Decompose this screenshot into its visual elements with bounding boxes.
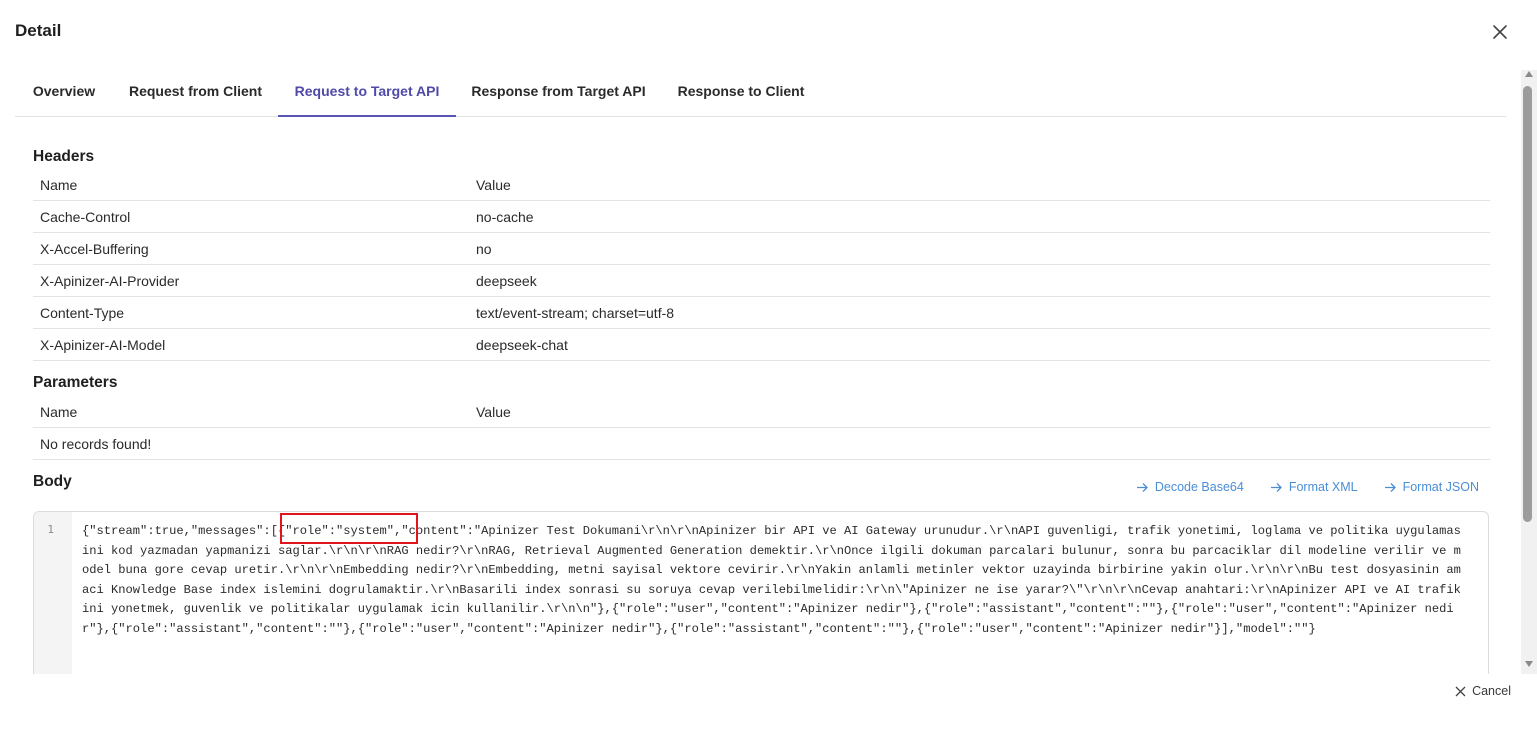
table-header-row: Name Value — [33, 396, 1490, 428]
column-header-value: Value — [476, 177, 511, 193]
body-code-text[interactable]: {"stream":true,"messages":[{"role":"syst… — [82, 522, 1467, 639]
arrow-right-icon — [1136, 482, 1148, 492]
table-header-row: Name Value — [33, 169, 1490, 201]
close-icon[interactable] — [1490, 22, 1510, 42]
table-row: Content-Type text/event-stream; charset=… — [33, 297, 1490, 329]
tab-overview[interactable]: Overview — [15, 68, 113, 117]
column-header-value: Value — [476, 404, 511, 420]
close-icon — [1455, 686, 1466, 696]
line-number: 1 — [47, 523, 54, 536]
format-xml-button[interactable]: Format XML — [1270, 480, 1358, 494]
dialog-title: Detail — [15, 21, 62, 40]
parameters-title: Parameters — [33, 374, 118, 391]
tab-content: Headers Name Value Cache-Control no-cach… — [0, 118, 1521, 674]
arrow-right-icon — [1384, 482, 1396, 492]
header-name: X-Apinizer-AI-Model — [40, 337, 166, 353]
header-name: X-Apinizer-AI-Provider — [40, 273, 180, 289]
tab-request-from-client[interactable]: Request from Client — [113, 68, 278, 117]
format-json-button[interactable]: Format JSON — [1384, 480, 1479, 494]
table-row: Cache-Control no-cache — [33, 201, 1490, 233]
body-code-editor[interactable]: 1 {"stream":true,"messages":[{"role":"sy… — [33, 511, 1489, 674]
empty-text: No records found! — [40, 436, 152, 452]
arrow-right-icon — [1270, 482, 1282, 492]
parameters-table: Name Value No records found! — [33, 396, 1490, 460]
scroll-down-arrow-icon[interactable] — [1525, 661, 1533, 667]
tab-response-from-target-api[interactable]: Response from Target API — [456, 68, 661, 117]
headers-title: Headers — [33, 148, 95, 165]
format-xml-label: Format XML — [1288, 480, 1358, 494]
table-row: X-Accel-Buffering no — [33, 233, 1490, 265]
detail-dialog: Detail Overview Request from Client Requ… — [0, 0, 1537, 730]
header-name: Cache-Control — [40, 209, 131, 225]
scrollbar-thumb[interactable] — [1523, 86, 1532, 522]
cancel-button[interactable]: Cancel — [1455, 684, 1511, 698]
line-gutter: 1 — [34, 512, 72, 674]
scroll-up-arrow-icon[interactable] — [1525, 71, 1533, 77]
empty-row: No records found! — [33, 428, 1490, 460]
decode-base64-label: Decode Base64 — [1154, 480, 1244, 494]
header-name: X-Accel-Buffering — [40, 241, 149, 257]
header-value: deepseek — [476, 273, 537, 289]
column-header-name: Name — [40, 404, 78, 420]
cancel-label: Cancel — [1472, 684, 1511, 698]
table-row: X-Apinizer-AI-Provider deepseek — [33, 265, 1490, 297]
decode-base64-button[interactable]: Decode Base64 — [1136, 480, 1244, 494]
tab-request-to-target-api[interactable]: Request to Target API — [278, 68, 456, 117]
tab-bar: Overview Request from Client Request to … — [15, 68, 1506, 117]
header-value: deepseek-chat — [476, 337, 568, 353]
table-row: X-Apinizer-AI-Model deepseek-chat — [33, 329, 1490, 361]
column-header-name: Name — [40, 177, 78, 193]
headers-table: Name Value Cache-Control no-cache X-Acce… — [33, 169, 1490, 361]
header-value: no — [476, 241, 492, 257]
body-actions: Decode Base64 Format XML Format JSON — [1136, 480, 1479, 494]
header-value: no-cache — [476, 209, 534, 225]
header-value: text/event-stream; charset=utf-8 — [476, 305, 675, 321]
format-json-label: Format JSON — [1402, 480, 1479, 494]
tab-response-to-client[interactable]: Response to Client — [661, 68, 821, 117]
dialog-footer: Cancel — [0, 674, 1537, 730]
header-name: Content-Type — [40, 305, 125, 321]
body-title: Body — [33, 473, 72, 490]
